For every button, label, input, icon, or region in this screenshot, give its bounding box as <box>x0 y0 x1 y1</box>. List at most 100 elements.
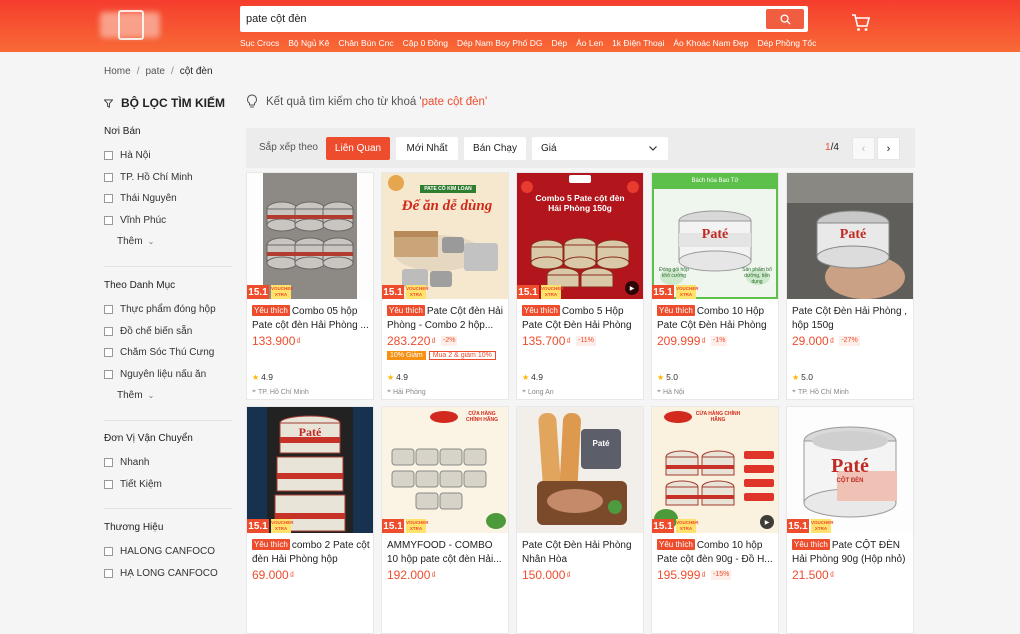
show-more-button[interactable]: Thêm ⌄ <box>117 385 232 405</box>
price-value: 133.900 <box>252 334 296 348</box>
hint-link[interactable]: Áo Khoác Nam Đẹp <box>673 38 748 48</box>
filter-option[interactable]: Tiết Kiệm <box>104 474 232 496</box>
filter-section-category: Theo Danh Mục Thực phẩm đóng hộp Đồ chế … <box>104 280 232 405</box>
preferred-badge: Yêu thích <box>792 539 830 550</box>
product-name: Yêu thích Combo 10 Hộp Pate Cột Đèn Hải P… <box>657 305 775 332</box>
filter-option[interactable]: HALONG CANFOCO <box>104 541 232 563</box>
product-card[interactable]: CỬA HÀNG CHÍNH HÃNG 15.1 VOUCHER XTRA AM… <box>381 406 509 634</box>
product-name: Yêu thích Combo 10 hộp Pate cột đèn 90g -… <box>657 539 775 566</box>
filter-option[interactable]: HẠ LONG CANFOCO <box>104 563 232 585</box>
price-value: 209.999 <box>657 334 701 348</box>
hint-link[interactable]: Dép <box>552 38 568 48</box>
product-rating: ★ 4.9 <box>387 372 408 382</box>
store-badge: CỬA HÀNG CHÍNH HÃNG <box>695 411 741 423</box>
cart-icon[interactable] <box>851 13 871 33</box>
product-card[interactable]: Paté 15.1 VOUCHER XTRA Yêu thích combo 2 … <box>246 406 374 634</box>
hint-link[interactable]: Cặp 0 Đồng <box>403 38 448 48</box>
product-price: 283.220 ₫ -2% <box>387 334 458 348</box>
page-total: /4 <box>830 142 839 153</box>
location-text: TP. Hồ Chí Minh <box>797 388 849 396</box>
breadcrumb-home[interactable]: Home <box>104 66 131 77</box>
checkbox[interactable] <box>104 369 113 379</box>
video-play-icon: ▶ <box>625 281 639 295</box>
product-price: 21.500 ₫ <box>792 568 834 582</box>
preferred-badge: Yêu thích <box>252 305 290 316</box>
option-label: Nhanh <box>120 457 150 469</box>
filter-option[interactable]: TP. Hồ Chí Minh <box>104 167 232 189</box>
promo-tags: 10% Giảm Mua 2 & giảm 10% <box>387 351 496 360</box>
filter-option[interactable]: Chăm Sóc Thú Cưng <box>104 342 232 364</box>
voucher-badge: VOUCHER XTRA <box>271 285 294 299</box>
product-card[interactable]: CỬA HÀNG CHÍNH HÃNG 15.1 VOUCHER XTRA ▶ … <box>651 406 779 634</box>
breadcrumb-pate[interactable]: pate <box>145 66 164 77</box>
divider <box>104 508 232 509</box>
section-title: Đơn Vị Vận Chuyển <box>104 433 193 444</box>
checkbox[interactable] <box>104 547 113 557</box>
checkbox[interactable] <box>104 348 113 358</box>
hint-link[interactable]: Dép Phồng Tốc <box>758 38 817 48</box>
filter-option[interactable]: Nguyên liệu nấu ăn <box>104 364 232 386</box>
product-card[interactable]: Paté Pate Cột Đèn Hải Phòng Nhân Hòa 150… <box>516 406 644 634</box>
option-label: Hà Nội <box>120 150 151 162</box>
hint-link[interactable]: Bộ Ngủ Kê <box>288 38 329 48</box>
checkbox[interactable] <box>104 458 113 468</box>
product-rating: ★ 5.0 <box>657 372 678 382</box>
product-card[interactable]: PATE CÔ KIM LOAN Để ăn dễ dùng 15.1 VOUC… <box>381 172 509 400</box>
checkbox[interactable] <box>104 479 113 489</box>
product-card[interactable]: Bách hóa Bao Tử Paté Đóng gói hộp khô cư… <box>651 172 779 400</box>
search-bar <box>240 6 808 32</box>
product-card[interactable]: Combo 5 Pate cột đèn Hải Phòng 150g 15.1… <box>516 172 644 400</box>
filter-option[interactable]: Nhanh <box>104 452 232 474</box>
sort-relevance-button[interactable]: Liên Quan <box>326 137 390 160</box>
sort-bestseller-button[interactable]: Bán Chạy <box>464 137 526 160</box>
product-rating: ★ 4.9 <box>252 372 273 382</box>
option-label: Thái Nguyên <box>120 193 177 205</box>
store-badge: CỬA HÀNG CHÍNH HÃNG <box>466 411 498 423</box>
prev-page-button[interactable]: ‹ <box>852 137 875 160</box>
checkbox[interactable] <box>104 305 113 315</box>
sort-price-select[interactable]: Giá <box>532 137 668 160</box>
product-card[interactable]: Paté Pate Cột Đèn Hải Phòng , hộp 150g 2… <box>786 172 914 400</box>
section-title: Nơi Bán <box>104 126 141 137</box>
price-value: 69.000 <box>252 568 289 582</box>
product-name: Yêu thích combo 2 Pate cột đèn Hải Phòng … <box>252 539 370 566</box>
checkbox[interactable] <box>104 568 113 578</box>
filter-option[interactable]: Đồ chế biến sẵn <box>104 321 232 343</box>
location-pin-icon: ⌖ <box>252 388 256 395</box>
filter-option[interactable]: Hà Nội <box>104 145 232 167</box>
filter-option[interactable]: Thái Nguyên <box>104 188 232 210</box>
checkbox[interactable] <box>104 172 113 182</box>
divider <box>104 420 232 421</box>
star-icon: ★ <box>657 372 665 382</box>
filter-option[interactable]: Thực phẩm đóng hộp <box>104 299 232 321</box>
location-text: TP. Hồ Chí Minh <box>257 388 309 396</box>
shop-logo[interactable] <box>86 6 186 42</box>
filter-title-text: BỘ LỌC TÌM KIẾM <box>121 96 225 110</box>
rating-value: 4.9 <box>261 372 273 382</box>
show-more-button[interactable]: Thêm ⌄ <box>117 231 232 251</box>
next-page-button[interactable]: › <box>877 137 900 160</box>
image-pate-word: Paté <box>592 439 610 448</box>
hint-link[interactable]: Áo Len <box>576 38 603 48</box>
product-card[interactable]: 15.1 VOUCHER XTRA Yêu thích Combo 05 hộp … <box>246 172 374 400</box>
checkbox[interactable] <box>104 215 113 225</box>
location-pin-icon: ⌖ <box>792 388 796 395</box>
discount-badge: -2% <box>441 336 458 346</box>
filter-title: BỘ LỌC TÌM KIẾM <box>104 94 232 112</box>
checkbox[interactable] <box>104 194 113 204</box>
filter-option[interactable]: Vĩnh Phúc <box>104 210 232 232</box>
sort-newest-button[interactable]: Mới Nhất <box>396 137 458 160</box>
hint-link[interactable]: 1k Điện Thoại <box>612 38 664 48</box>
checkbox[interactable] <box>104 326 113 336</box>
hint-link[interactable]: Chân Bún Cnc <box>338 38 393 48</box>
product-card[interactable]: Paté CỘT ĐÈN 15.1 VOUCHER XTRA Yêu thích… <box>786 406 914 634</box>
hint-link[interactable]: Sục Crocs <box>240 38 279 48</box>
chevron-down-icon: ⌄ <box>147 390 155 400</box>
search-button[interactable] <box>766 9 804 29</box>
product-image: Paté CỘT ĐÈN 15.1 VOUCHER XTRA <box>787 407 913 533</box>
checkbox[interactable] <box>104 151 113 161</box>
hint-link[interactable]: Dép Nam Boy Phố DG <box>457 38 543 48</box>
search-input[interactable] <box>246 10 746 28</box>
voucher-badge: VOUCHER XTRA <box>406 519 429 533</box>
location-text: Hà Nội <box>662 388 685 396</box>
